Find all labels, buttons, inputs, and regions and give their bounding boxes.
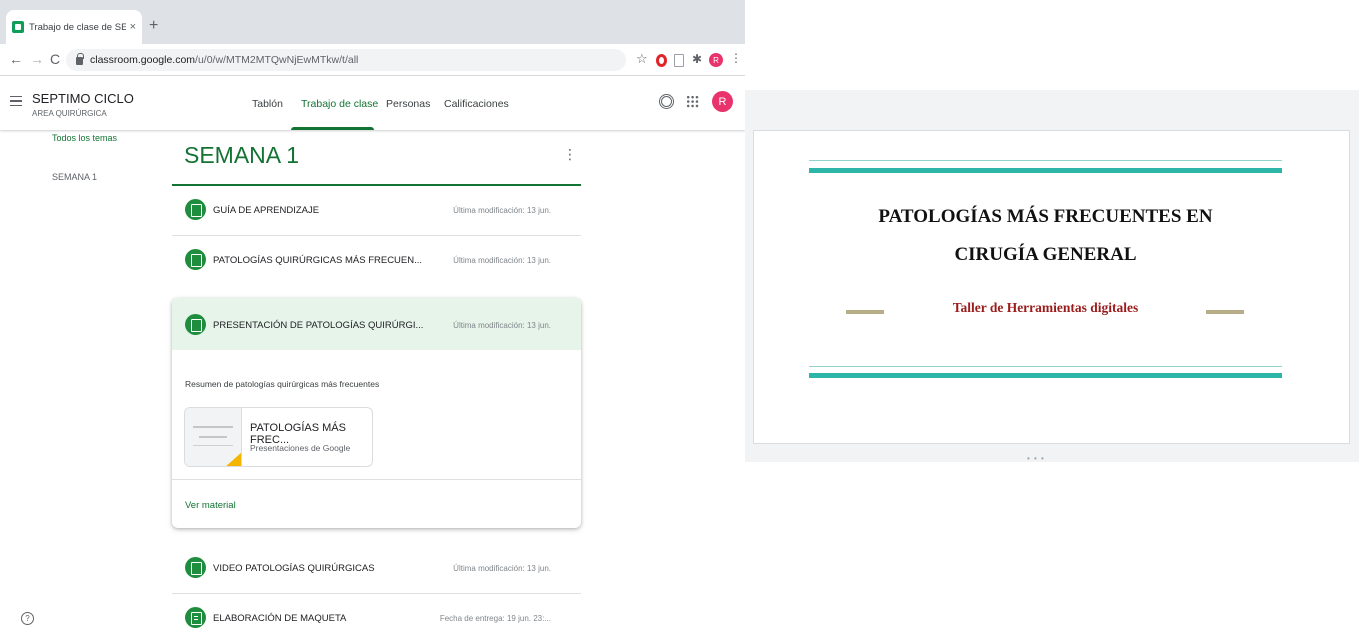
tab-strip: Trabajo de clase de SEPTIMO × + bbox=[0, 0, 745, 44]
view-material-link[interactable]: Ver material bbox=[185, 500, 236, 511]
decor-line bbox=[809, 366, 1282, 367]
slide-title-line: CIRUGÍA GENERAL bbox=[954, 244, 1137, 265]
material-icon bbox=[185, 249, 206, 270]
slide-title: PATOLOGÍAS MÁS FRECUENTES EN CIRUGÍA GEN… bbox=[809, 198, 1282, 274]
lock-icon bbox=[76, 53, 84, 65]
decor-line bbox=[809, 160, 1282, 161]
expanded-classwork-item: PRESENTACIÓN DE PATOLOGÍAS QUIRÚRGI... Ú… bbox=[172, 298, 581, 528]
settings-gear-icon[interactable] bbox=[659, 94, 674, 109]
attachment-type: Presentaciones de Google bbox=[250, 443, 351, 453]
classwork-item[interactable]: VIDEO PATOLOGÍAS QUIRÚRGICAS Última modi… bbox=[172, 544, 581, 594]
class-section: AREA QUIRÚRGICA bbox=[32, 109, 107, 118]
browser-menu-icon[interactable]: ⋮ bbox=[730, 51, 742, 65]
browser-window: Trabajo de clase de SEPTIMO × + ← → C cl… bbox=[0, 0, 745, 633]
tab-title: Trabajo de clase de SEPTIMO bbox=[29, 21, 126, 33]
item-title: VIDEO PATOLOGÍAS QUIRÚRGICAS bbox=[213, 563, 375, 574]
extensions-puzzle-icon[interactable]: ✱ bbox=[692, 52, 702, 66]
item-meta: Última modificación: 13 jun. bbox=[453, 256, 551, 265]
new-tab-icon[interactable]: + bbox=[149, 18, 158, 34]
item-meta: Última modificación: 13 jun. bbox=[453, 564, 551, 573]
sidebar-item-semana-1[interactable]: SEMANA 1 bbox=[52, 172, 97, 182]
reload-icon[interactable]: C bbox=[50, 51, 60, 67]
item-meta: Última modificación: 13 jun. bbox=[453, 206, 551, 215]
item-title: PATOLOGÍAS QUIRÚRGICAS MÁS FRECUEN... bbox=[213, 255, 423, 266]
classwork-item[interactable]: ELABORACIÓN DE MAQUETA Fecha de entrega:… bbox=[172, 594, 581, 633]
url-host: classroom.google.com bbox=[90, 54, 196, 66]
classwork-item[interactable]: PATOLOGÍAS QUIRÚRGICAS MÁS FRECUEN... Úl… bbox=[172, 236, 581, 286]
tab-calificaciones[interactable]: Calificaciones bbox=[444, 98, 509, 110]
item-title: GUÍA DE APRENDIZAJE bbox=[213, 205, 320, 216]
classroom-favicon-icon bbox=[12, 21, 24, 33]
back-icon[interactable]: ← bbox=[9, 51, 23, 67]
hamburger-menu-icon[interactable] bbox=[10, 96, 22, 106]
bookmark-star-icon[interactable]: ☆ bbox=[636, 51, 648, 67]
material-icon bbox=[185, 314, 206, 335]
slide-title-line: PATOLOGÍAS MÁS FRECUENTES EN bbox=[878, 206, 1213, 227]
material-icon bbox=[185, 199, 206, 220]
slide-preview-panel: PATOLOGÍAS MÁS FRECUENTES EN CIRUGÍA GEN… bbox=[745, 90, 1359, 463]
google-slides-icon bbox=[224, 452, 241, 466]
decor-dash bbox=[1206, 310, 1244, 314]
expanded-item-header[interactable]: PRESENTACIÓN DE PATOLOGÍAS QUIRÚRGI... Ú… bbox=[172, 298, 581, 350]
help-icon[interactable]: ? bbox=[21, 612, 34, 625]
browser-toolbar: ← → C classroom.google.com/u/0/w/MTM2MTQ… bbox=[0, 44, 745, 76]
topic-title: SEMANA 1 bbox=[184, 142, 300, 168]
item-meta: Última modificación: 13 jun. bbox=[453, 321, 551, 330]
active-tab-indicator bbox=[291, 127, 374, 130]
tab-tablon[interactable]: Tablón bbox=[252, 98, 283, 110]
topic-menu-icon[interactable]: ⋮ bbox=[563, 146, 577, 163]
item-meta: Fecha de entrega: 19 jun. 23:... bbox=[439, 614, 551, 623]
item-title: PRESENTACIÓN DE PATOLOGÍAS QUIRÚRGI... bbox=[213, 320, 424, 331]
decor-bar bbox=[809, 168, 1282, 173]
tab-close-icon[interactable]: × bbox=[130, 21, 136, 33]
attachment-card[interactable]: PATOLOGÍAS MÁS FREC... Presentaciones de… bbox=[184, 407, 373, 467]
document-extension-icon[interactable] bbox=[674, 54, 684, 67]
sidebar-item-todos-los-temas[interactable]: Todos los temas bbox=[52, 133, 117, 143]
google-apps-icon[interactable] bbox=[686, 95, 699, 108]
classwork-item[interactable]: GUÍA DE APRENDIZAJE Última modificación:… bbox=[172, 186, 581, 236]
opera-extension-icon[interactable] bbox=[656, 54, 667, 67]
forward-icon[interactable]: → bbox=[30, 51, 44, 67]
item-title: ELABORACIÓN DE MAQUETA bbox=[213, 613, 347, 624]
assignment-icon bbox=[185, 607, 206, 628]
url-path: /u/0/w/MTM2MTQwNjEwMTkw/t/all bbox=[195, 54, 359, 66]
slides-thumbnail bbox=[185, 408, 242, 466]
classroom-app-bar: SEPTIMO CICLO AREA QUIRÚRGICA Tablón Tra… bbox=[0, 76, 745, 130]
browser-tab[interactable]: Trabajo de clase de SEPTIMO × bbox=[6, 10, 142, 44]
divider bbox=[172, 479, 581, 480]
decor-bar bbox=[809, 373, 1282, 378]
resize-handle[interactable]: • • • bbox=[1027, 454, 1045, 463]
item-description: Resumen de patologías quirúrgicas más fr… bbox=[185, 379, 380, 389]
user-avatar[interactable]: R bbox=[712, 91, 733, 112]
address-bar[interactable]: classroom.google.com/u/0/w/MTM2MTQwNjEwM… bbox=[66, 49, 626, 71]
slide: PATOLOGÍAS MÁS FRECUENTES EN CIRUGÍA GEN… bbox=[753, 130, 1350, 444]
tab-personas[interactable]: Personas bbox=[386, 98, 430, 110]
browser-profile-avatar[interactable]: R bbox=[709, 53, 723, 67]
tab-trabajo-de-clase[interactable]: Trabajo de clase bbox=[301, 98, 378, 110]
class-name[interactable]: SEPTIMO CICLO bbox=[32, 91, 134, 106]
material-icon bbox=[185, 557, 206, 578]
